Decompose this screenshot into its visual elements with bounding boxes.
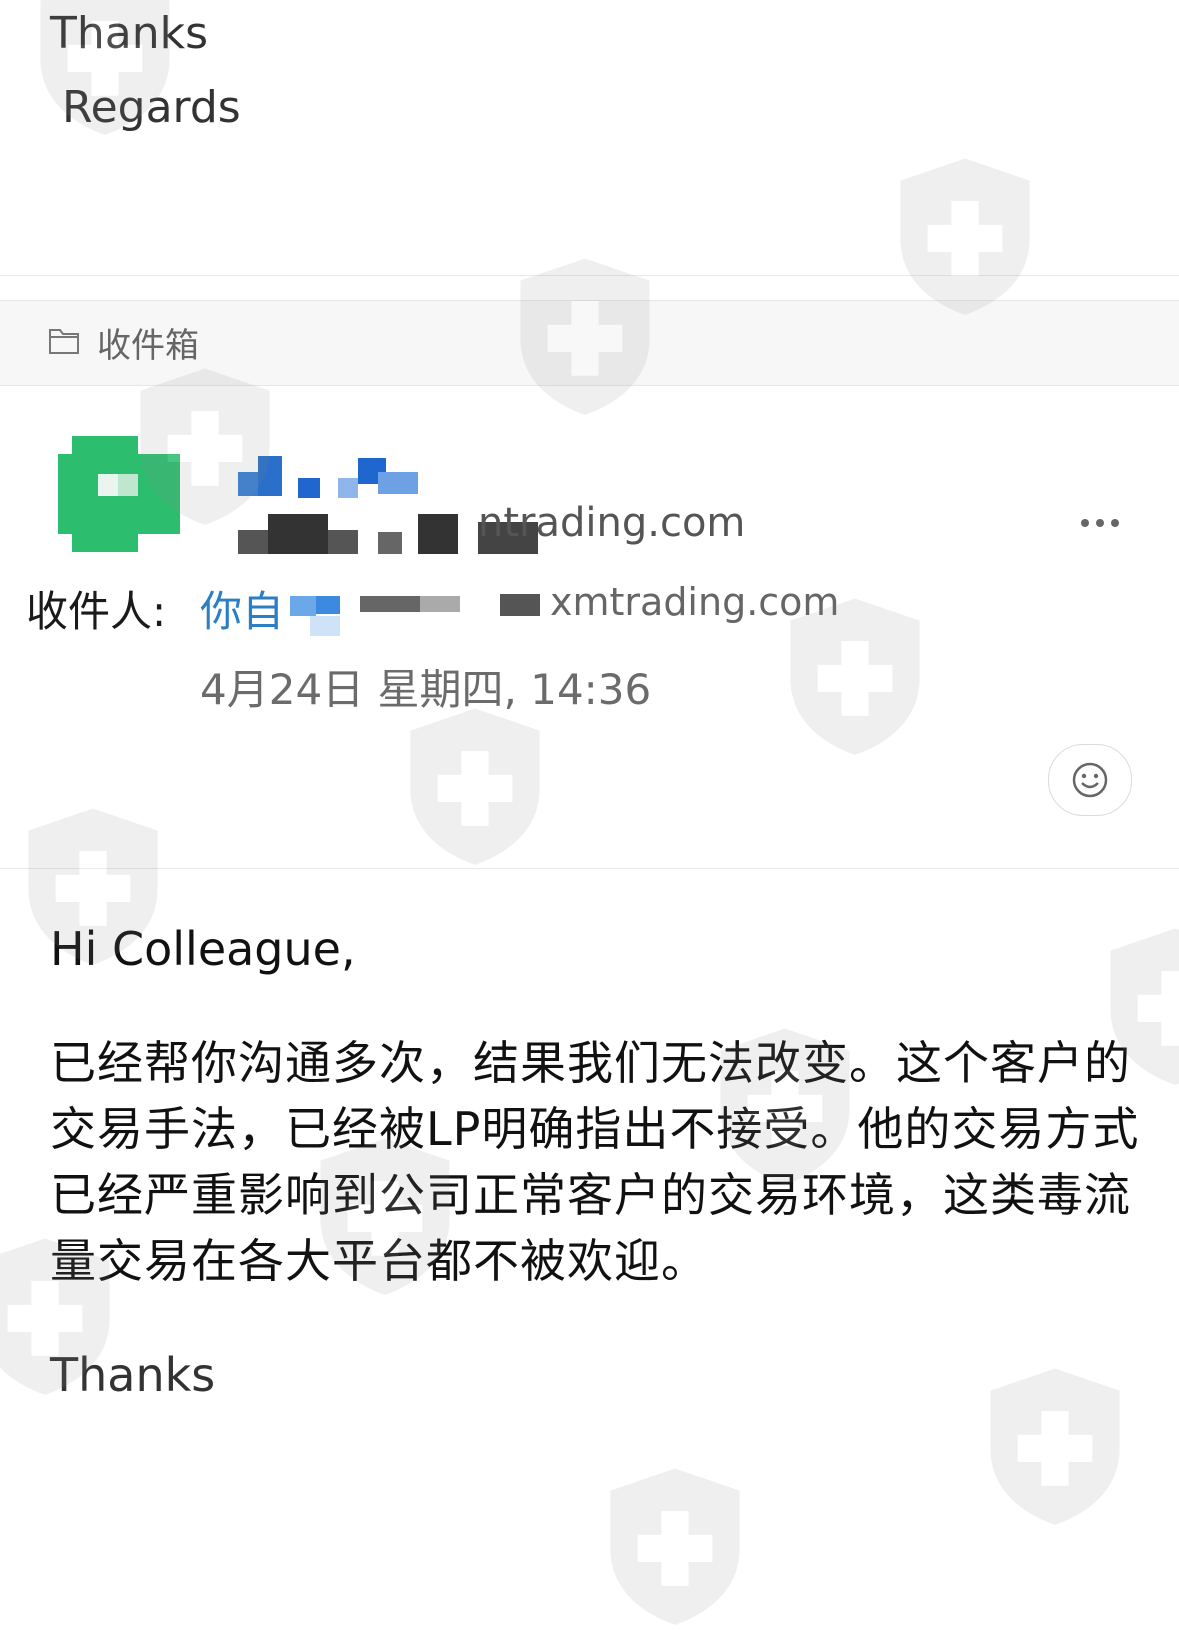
watermark-shield-icon bbox=[990, 1368, 1120, 1525]
more-dots-icon[interactable] bbox=[1078, 505, 1122, 541]
watermark-shield-icon bbox=[900, 158, 1030, 315]
folder-icon bbox=[49, 329, 79, 354]
reaction-button[interactable] bbox=[1048, 744, 1132, 816]
previous-regards-text: Regards bbox=[62, 82, 241, 133]
sender-avatar[interactable] bbox=[58, 436, 180, 552]
previous-thanks-text: Thanks bbox=[50, 8, 209, 59]
divider bbox=[0, 275, 1179, 276]
folder-label[interactable]: 收件箱 bbox=[97, 318, 199, 367]
watermark-shield-icon bbox=[610, 1468, 740, 1625]
sender-email[interactable]: ntrading.com bbox=[478, 500, 745, 546]
message-date: 4月24日 星期四, 14:36 bbox=[200, 665, 652, 714]
recipient-label: 收件人: bbox=[26, 587, 167, 636]
recipient-name[interactable]: 你自 bbox=[200, 578, 284, 639]
recipient-email[interactable]: xmtrading.com bbox=[550, 580, 839, 624]
divider bbox=[0, 868, 1179, 869]
message-closing: Thanks bbox=[50, 1348, 216, 1402]
smiley-icon bbox=[1072, 762, 1108, 798]
watermark-shield-icon bbox=[410, 708, 540, 865]
message-greeting: Hi Colleague, bbox=[50, 922, 356, 976]
message-body: 已经帮你沟通多次，结果我们无法改变。这个客户的交易手法，已经被LP明确指出不接受… bbox=[50, 1036, 1140, 1288]
recipient-redacted bbox=[290, 594, 540, 636]
